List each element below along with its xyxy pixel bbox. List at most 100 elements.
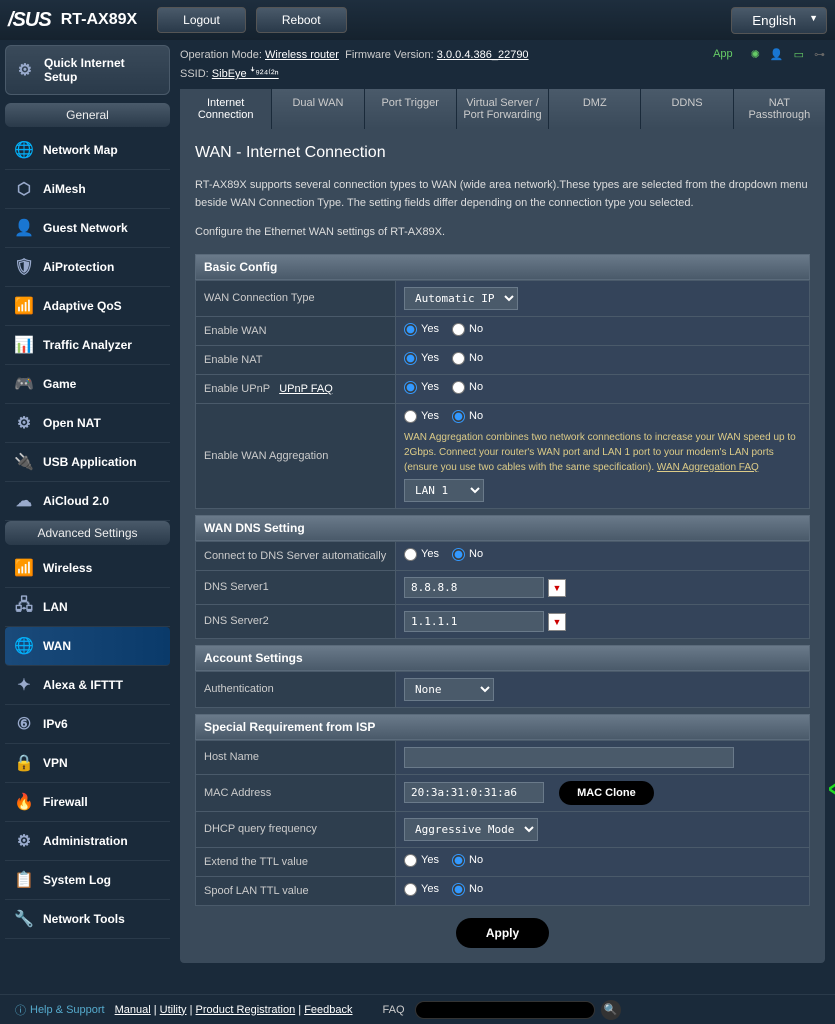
- enable-upnp-yes[interactable]: Yes: [404, 381, 439, 394]
- usb-icon[interactable]: ⊶: [814, 48, 825, 61]
- basic-config-header: Basic Config: [195, 254, 810, 280]
- nav-item-aicloud-2-0[interactable]: ☁AiCloud 2.0: [5, 482, 170, 521]
- dns-auto-no[interactable]: No: [452, 548, 483, 561]
- nav-item-vpn[interactable]: 🔒VPN: [5, 744, 170, 783]
- help-icon: ⓘ: [15, 1002, 26, 1018]
- nav-item-network-map[interactable]: 🌐Network Map: [5, 131, 170, 170]
- advanced-header: Advanced Settings: [5, 521, 170, 545]
- quick-internet-setup[interactable]: ⚙ Quick Internet Setup: [5, 45, 170, 95]
- screen-icon[interactable]: ▭: [794, 48, 804, 61]
- nav-item-wireless[interactable]: 📶Wireless: [5, 549, 170, 588]
- fw-link[interactable]: 3.0.0.4.386_22790: [437, 49, 529, 61]
- nav-item-lan[interactable]: 🖧LAN: [5, 588, 170, 627]
- nav-item-alexa-ifttt[interactable]: ✦Alexa & IFTTT: [5, 666, 170, 705]
- dns2-label: DNS Server2: [196, 604, 396, 638]
- tab-port-trigger[interactable]: Port Trigger: [365, 89, 457, 129]
- account-header: Account Settings: [195, 645, 810, 671]
- mac-clone-button[interactable]: MAC Clone: [559, 781, 654, 805]
- auth-select[interactable]: None: [404, 678, 494, 701]
- special-header: Special Requirement from ISP: [195, 714, 810, 740]
- host-input[interactable]: [404, 747, 734, 768]
- dns1-label: DNS Server1: [196, 570, 396, 604]
- enable-upnp-no[interactable]: No: [452, 381, 483, 394]
- nav-item-adaptive-qos[interactable]: 📶Adaptive QoS: [5, 287, 170, 326]
- dns-header: WAN DNS Setting: [195, 515, 810, 541]
- ttl-spoof-no[interactable]: No: [452, 883, 483, 896]
- enable-agg-no[interactable]: No: [452, 410, 483, 423]
- nav-item-guest-network[interactable]: 👤Guest Network: [5, 209, 170, 248]
- nav-item-system-log[interactable]: 📋System Log: [5, 861, 170, 900]
- enable-wan-no[interactable]: No: [452, 323, 483, 336]
- mac-input[interactable]: [404, 782, 544, 803]
- tab-nat-passthrough[interactable]: NAT Passthrough: [734, 89, 825, 129]
- nav-icon: 🔧: [13, 908, 35, 930]
- enable-nat-label: Enable NAT: [196, 345, 396, 374]
- tab-dmz[interactable]: DMZ: [549, 89, 641, 129]
- dns1-input[interactable]: [404, 577, 544, 598]
- nav-item-ipv6[interactable]: ⑥IPv6: [5, 705, 170, 744]
- nav-icon: 📋: [13, 869, 35, 891]
- nav-icon: 📊: [13, 334, 35, 356]
- apply-button[interactable]: Apply: [456, 918, 549, 948]
- nav-icon: 🔒: [13, 752, 35, 774]
- nav-item-aiprotection[interactable]: 🛡AiProtection: [5, 248, 170, 287]
- content-panel: WAN - Internet Connection RT-AX89X suppo…: [180, 129, 825, 963]
- nav-icon: ⑥: [13, 713, 35, 735]
- dns-auto-yes[interactable]: Yes: [404, 548, 439, 561]
- op-mode-link[interactable]: Wireless router: [265, 49, 339, 61]
- enable-wan-label: Enable WAN: [196, 316, 396, 345]
- ttl-extend-no[interactable]: No: [452, 854, 483, 867]
- model-label: RT-AX89X: [61, 11, 137, 29]
- user-icon[interactable]: 👤: [770, 48, 784, 61]
- brand-logo: /SUS: [8, 9, 51, 32]
- enable-nat-no[interactable]: No: [452, 352, 483, 365]
- help-support-link[interactable]: Help & Support: [30, 1004, 105, 1016]
- tab-virtual-server-port-forwarding[interactable]: Virtual Server / Port Forwarding: [457, 89, 549, 129]
- app-link[interactable]: App: [713, 48, 733, 61]
- nav-icon: ☁: [13, 490, 35, 512]
- annotation-arrow: [829, 777, 835, 801]
- enable-agg-label: Enable WAN Aggregation: [196, 403, 396, 508]
- upnp-faq-link[interactable]: UPnP FAQ: [279, 383, 333, 395]
- tab-ddns[interactable]: DDNS: [641, 89, 733, 129]
- enable-nat-yes[interactable]: Yes: [404, 352, 439, 365]
- enable-agg-yes[interactable]: Yes: [404, 410, 439, 423]
- sidebar: ⚙ Quick Internet Setup General 🌐Network …: [0, 40, 175, 994]
- faq-search-go[interactable]: 🔍: [601, 1000, 621, 1020]
- ssid-link[interactable]: SibEye ꜜ⁹²⁴⁽²ⁿ: [212, 67, 279, 80]
- reg-link[interactable]: Product Registration: [196, 1004, 296, 1016]
- nav-item-wan[interactable]: 🌐WAN: [5, 627, 170, 666]
- agg-port-select[interactable]: LAN 1: [404, 479, 484, 502]
- dns2-dropdown[interactable]: [548, 613, 566, 631]
- ttl-extend-yes[interactable]: Yes: [404, 854, 439, 867]
- dns2-input[interactable]: [404, 611, 544, 632]
- nav-item-open-nat[interactable]: ⚙Open NAT: [5, 404, 170, 443]
- nav-icon: 🌐: [13, 635, 35, 657]
- nav-item-aimesh[interactable]: ⬡AiMesh: [5, 170, 170, 209]
- utility-link[interactable]: Utility: [160, 1004, 187, 1016]
- feedback-link[interactable]: Feedback: [304, 1004, 352, 1016]
- nav-icon: 📶: [13, 557, 35, 579]
- nav-item-usb-application[interactable]: 🔌USB Application: [5, 443, 170, 482]
- manual-link[interactable]: Manual: [115, 1004, 151, 1016]
- logout-button[interactable]: Logout: [157, 7, 246, 33]
- general-header: General: [5, 103, 170, 127]
- reboot-button[interactable]: Reboot: [256, 7, 347, 33]
- dhcp-freq-select[interactable]: Aggressive Mode: [404, 818, 538, 841]
- wan-type-select[interactable]: Automatic IP: [404, 287, 518, 310]
- nav-item-administration[interactable]: ⚙Administration: [5, 822, 170, 861]
- language-select[interactable]: English: [731, 7, 827, 34]
- tab-dual-wan[interactable]: Dual WAN: [272, 89, 364, 129]
- gear-icon[interactable]: ✺: [751, 48, 760, 61]
- enable-wan-yes[interactable]: Yes: [404, 323, 439, 336]
- agg-faq-link[interactable]: WAN Aggregation FAQ: [657, 462, 759, 473]
- tab-internet-connection[interactable]: Internet Connection: [180, 89, 272, 129]
- qis-icon: ⚙: [14, 59, 36, 81]
- dns1-dropdown[interactable]: [548, 579, 566, 597]
- nav-item-traffic-analyzer[interactable]: 📊Traffic Analyzer: [5, 326, 170, 365]
- nav-item-game[interactable]: 🎮Game: [5, 365, 170, 404]
- nav-item-network-tools[interactable]: 🔧Network Tools: [5, 900, 170, 939]
- faq-search[interactable]: [415, 1001, 595, 1019]
- nav-item-firewall[interactable]: 🔥Firewall: [5, 783, 170, 822]
- ttl-spoof-yes[interactable]: Yes: [404, 883, 439, 896]
